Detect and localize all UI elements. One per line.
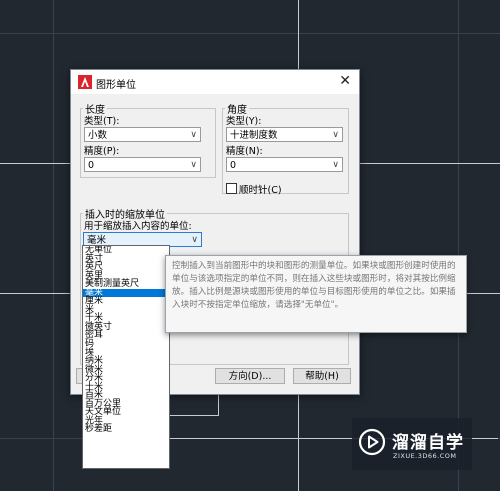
length-precision-label: 精度(P): (84, 146, 120, 157)
drawing-line (358, 163, 500, 164)
angle-type-value: 十进制度数 (230, 130, 278, 141)
drawing-line (298, 0, 299, 69)
help-button[interactable]: 帮助(H) (293, 368, 351, 384)
unit-option[interactable]: 秒差距 (83, 425, 169, 434)
chevron-down-icon: ∨ (191, 235, 198, 245)
drawing-line (0, 293, 70, 294)
insertion-units-dropdown-list[interactable]: 无单位 英寸 英尺 英里 美制测量英尺 毫米 厘米米千米 微英寸 密耳码埃纳米 微米 分米 十米 百米百… (82, 245, 170, 469)
angle-precision-value: 0 (230, 160, 237, 171)
watermark-brand: 溜溜自学 (392, 433, 464, 453)
drawing-line (0, 163, 70, 164)
angle-precision-label: 精度(N): (226, 146, 263, 157)
unit-option[interactable]: 厘米 (83, 297, 169, 306)
length-precision-select[interactable]: 0 ∨ (84, 157, 201, 172)
title-bar[interactable]: 图形单位 ✕ (71, 70, 359, 94)
clockwise-checkbox[interactable]: 顺时针(C) (226, 182, 282, 196)
angle-precision-select[interactable]: 0 ∨ (226, 157, 343, 172)
length-type-value: 小数 (88, 130, 108, 141)
grid-line (0, 33, 500, 34)
dialog-title: 图形单位 (96, 80, 136, 91)
chevron-down-icon: ∨ (190, 160, 197, 170)
watermark: 溜溜自学 ZIXUE.3D66.COM (352, 418, 472, 470)
close-icon[interactable]: ✕ (339, 73, 351, 89)
direction-button[interactable]: 方向(D)... (215, 368, 285, 384)
angle-type-select[interactable]: 十进制度数 ∨ (226, 127, 343, 142)
chevron-down-icon: ∨ (190, 130, 197, 140)
angle-type-label: 类型(Y): (226, 116, 262, 127)
unit-option[interactable]: 码 (83, 340, 169, 349)
drawing-line (218, 393, 219, 416)
length-type-label: 类型(T): (84, 116, 120, 127)
checkbox-box (226, 183, 237, 194)
drawing-line (467, 293, 500, 294)
clockwise-label: 顺时针(C) (239, 185, 282, 196)
insertion-units-prompt: 用于缩放插入内容的单位: (84, 221, 192, 232)
length-type-select[interactable]: 小数 ∨ (84, 127, 201, 142)
length-precision-value: 0 (88, 160, 95, 171)
autocad-logo-icon (78, 75, 92, 89)
insertion-units-tooltip: 控制插入到当前图形中的块和图形的测量单位。如果块或图形创建时使用的单位与该选项指… (165, 255, 467, 333)
drawing-line (298, 393, 299, 491)
chevron-down-icon: ∨ (332, 160, 339, 170)
chevron-down-icon: ∨ (332, 130, 339, 140)
grid-line (53, 0, 54, 491)
play-logo-icon (358, 428, 386, 456)
watermark-url: ZIXUE.3D66.COM (393, 452, 457, 460)
unit-option[interactable]: 密耳 (83, 331, 169, 340)
